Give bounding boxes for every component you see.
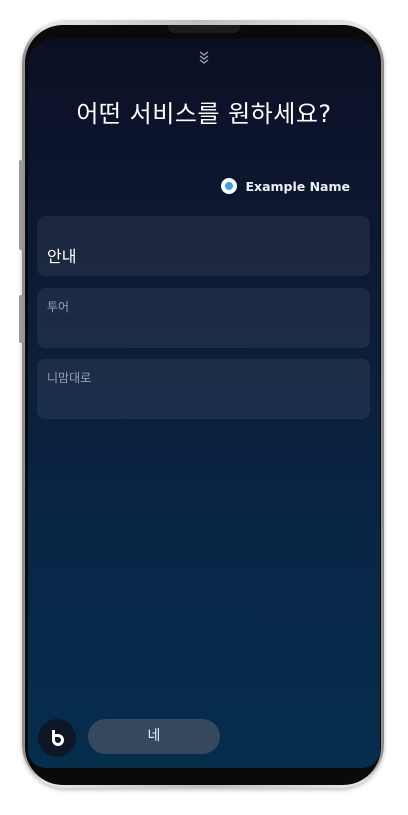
option-label: 투어 [47, 300, 70, 314]
volume-button [19, 160, 23, 250]
option-label: 안내 [47, 247, 77, 266]
account-chip[interactable]: Example Name [221, 178, 350, 194]
chevron-double-down-icon[interactable] [196, 50, 212, 68]
account-circle-icon [221, 178, 238, 194]
question-title: 어떤 서비스를 원하세요? [76, 100, 332, 128]
option-label: 니맘대로 [47, 371, 92, 385]
assistant-screen: 어떤 서비스를 원하세요? Example Name 안내 투어 니맘대로 네 [28, 39, 380, 768]
bixby-button[interactable] [38, 719, 76, 757]
speaker-notch [168, 25, 240, 33]
option-guide[interactable]: 안내 [37, 216, 370, 276]
option-custom[interactable]: 니맘대로 [37, 359, 370, 419]
reply-yes-button[interactable]: 네 [88, 719, 220, 754]
account-name: Example Name [245, 178, 350, 194]
power-button [19, 295, 23, 343]
option-tour[interactable]: 투어 [37, 288, 370, 348]
bixby-icon [52, 730, 64, 746]
